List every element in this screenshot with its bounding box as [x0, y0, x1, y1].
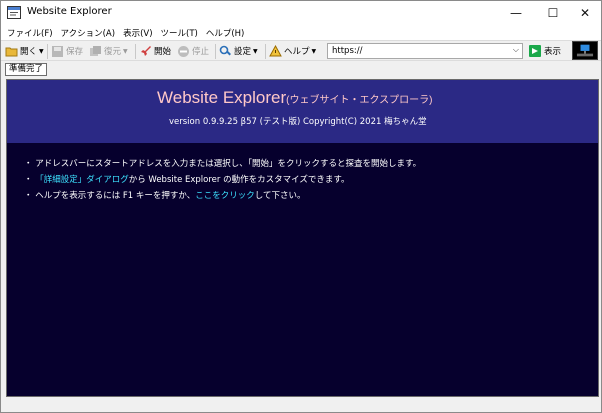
restore-label: 復元	[104, 47, 122, 57]
close-button[interactable]: ✕	[568, 1, 602, 25]
menu-tools[interactable]: ツール(T)	[157, 27, 202, 39]
start-label: 開始	[154, 47, 172, 57]
address-input[interactable]	[332, 45, 502, 57]
app-subtitle: (ウェブサイト・エクスプローラ)	[286, 95, 433, 106]
info-line-start: ・ アドレスバーにスタートアドレスを入力または選択し、「開始」をクリックすると探…	[24, 159, 422, 169]
toolbar-divider	[265, 44, 266, 59]
window-title: Website Explorer	[27, 6, 112, 17]
rocket-icon	[141, 45, 151, 56]
restore-icon	[90, 45, 101, 56]
open-label: 開く	[20, 47, 38, 57]
chevron-down-icon: ▼	[123, 47, 128, 55]
stop-label: 停止	[192, 47, 210, 57]
stop-icon	[178, 45, 189, 57]
address-bar[interactable]: ⌵	[327, 43, 523, 59]
content-pane: Website Explorer(ウェブサイト・エクスプローラ) version…	[6, 79, 599, 397]
bullet: ・	[24, 175, 36, 185]
minimize-button[interactable]: —	[499, 1, 533, 25]
toolbar-divider	[215, 44, 216, 59]
status-ready: 準備完了	[5, 63, 48, 76]
info-text: から Website Explorer の動作をカスタマイズできます。	[128, 175, 350, 185]
toolbar-divider	[47, 44, 48, 59]
info-line-settings: ・ 「詳細設定」ダイアログから Website Explorer の動作をカスタ…	[24, 172, 421, 188]
help-icon	[269, 44, 282, 56]
menu-bar: ファイル(F) アクション(A) 表示(V) ツール(T) ヘルプ(H)	[1, 25, 601, 40]
settings-icon	[219, 45, 231, 55]
save-label: 保存	[66, 47, 84, 57]
app-window: Website Explorer — ☐ ✕ ファイル(F) アクション(A) …	[0, 0, 602, 413]
chevron-down-icon[interactable]: ⌵	[513, 45, 519, 55]
save-button[interactable]: 保存	[51, 43, 83, 59]
info-text: して下さい。	[254, 191, 306, 201]
help-link[interactable]: ここをクリック	[195, 191, 255, 201]
start-button[interactable]: 開始	[139, 43, 171, 59]
open-button[interactable]: 開く ▼	[5, 43, 44, 59]
app-name: Website Explorer	[157, 88, 287, 107]
maximize-button[interactable]: ☐	[536, 1, 570, 25]
info-text: ・ ヘルプを表示するには F1 キーを押すか、	[24, 191, 196, 201]
settings-button[interactable]: 設定 ▼	[219, 43, 258, 59]
show-button[interactable]: 表示	[529, 43, 561, 59]
stop-button[interactable]: 停止	[177, 43, 209, 59]
toolbar-divider	[135, 44, 136, 59]
info-list: ・ アドレスバーにスタートアドレスを入力または選択し、「開始」をクリックすると探…	[24, 156, 421, 204]
title-bar: Website Explorer — ☐ ✕	[1, 1, 601, 25]
restore-button[interactable]: 復元 ▼	[89, 43, 128, 59]
help-label: ヘルプ	[284, 47, 310, 57]
status-bar	[1, 397, 601, 412]
info-line-help: ・ ヘルプを表示するには F1 キーを押すか、ここをクリックして下さい。	[24, 188, 421, 204]
folder-icon	[5, 47, 18, 56]
banner: Website Explorer(ウェブサイト・エクスプローラ) version…	[7, 80, 598, 143]
show-label: 表示	[544, 47, 562, 57]
chevron-down-icon: ▼	[39, 47, 44, 55]
banner-title: Website Explorer(ウェブサイト・エクスプローラ)	[157, 88, 433, 108]
arrow-right-icon	[529, 45, 541, 57]
toolbar: 開く ▼ 保存 復元 ▼ 開始 停止 設定 ▼ ヘルプ ▼ https:// ⌵…	[1, 40, 601, 61]
menu-help[interactable]: ヘルプ(H)	[202, 27, 249, 39]
app-icon	[7, 6, 21, 19]
status-area: 準備完了	[1, 61, 601, 79]
chevron-down-icon: ▼	[253, 47, 258, 55]
menu-action[interactable]: アクション(A)	[57, 27, 120, 39]
menu-view[interactable]: 表示(V)	[119, 27, 156, 39]
settings-label: 設定	[234, 47, 252, 57]
save-icon	[52, 45, 63, 57]
settings-dialog-link[interactable]: 「詳細設定」ダイアログ	[35, 175, 129, 185]
activity-indicator	[572, 41, 598, 60]
chevron-down-icon: ▼	[311, 47, 317, 55]
version-text: version 0.9.9.25 β57 (テスト版) Copyright(C)…	[169, 117, 427, 127]
menu-file[interactable]: ファイル(F)	[3, 27, 57, 39]
help-button[interactable]: ヘルプ ▼	[269, 43, 316, 59]
